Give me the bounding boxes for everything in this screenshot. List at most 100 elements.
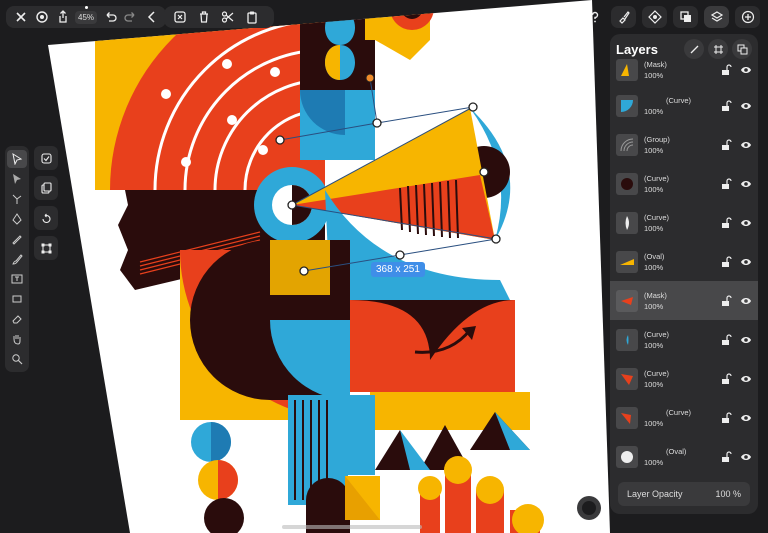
pen-tool-icon[interactable] bbox=[7, 210, 27, 228]
layer-name: (Curve) bbox=[644, 329, 670, 339]
share-icon[interactable] bbox=[52, 6, 73, 28]
help-icon[interactable] bbox=[585, 6, 605, 28]
unlock-icon[interactable] bbox=[720, 177, 732, 190]
layer-name: (Curve) bbox=[666, 95, 692, 105]
scissors-icon[interactable] bbox=[216, 6, 240, 28]
zoom-indicator[interactable]: 45% bbox=[75, 5, 98, 24]
layer-row[interactable]: (Oval) 100% bbox=[610, 437, 758, 472]
text-tool-icon[interactable] bbox=[7, 270, 27, 288]
layer-row[interactable]: (Oval) 100% bbox=[610, 242, 758, 281]
rotate-icon[interactable] bbox=[34, 206, 58, 230]
undo-icon[interactable] bbox=[99, 6, 120, 28]
home-indicator bbox=[282, 525, 422, 529]
settings-icon[interactable] bbox=[31, 6, 52, 28]
layer-row[interactable]: (Curve) 100% bbox=[610, 359, 758, 398]
eye-icon[interactable] bbox=[740, 178, 752, 190]
layers-title: Layers bbox=[616, 41, 658, 57]
layer-name: (Group) bbox=[644, 134, 670, 144]
layer-opacity: 100% bbox=[644, 418, 664, 428]
pointer-tool-icon[interactable] bbox=[7, 150, 27, 168]
layer-row[interactable]: (Curve) 100% bbox=[610, 320, 758, 359]
corner-tool-icon[interactable] bbox=[7, 190, 27, 208]
node-tool-icon[interactable] bbox=[7, 170, 27, 188]
trash-icon[interactable] bbox=[192, 6, 216, 28]
add-icon[interactable] bbox=[735, 6, 760, 28]
record-button[interactable] bbox=[577, 496, 601, 520]
unlock-icon[interactable] bbox=[720, 216, 732, 229]
eye-icon[interactable] bbox=[740, 139, 752, 151]
eye-icon[interactable] bbox=[740, 217, 752, 229]
unlock-icon[interactable] bbox=[720, 450, 732, 463]
eye-icon[interactable] bbox=[740, 64, 752, 76]
layer-row[interactable]: (Curve) 100% bbox=[610, 86, 758, 125]
layer-thumbnail bbox=[616, 367, 638, 390]
layer-thumbnail bbox=[616, 445, 638, 468]
unlock-icon[interactable] bbox=[720, 294, 732, 307]
layer-opacity: 100% bbox=[644, 184, 664, 194]
eye-icon[interactable] bbox=[740, 373, 752, 385]
eye-icon[interactable] bbox=[740, 295, 752, 307]
layer-name: (Oval) bbox=[644, 251, 665, 261]
pencil-tool-icon[interactable] bbox=[7, 230, 27, 248]
selection-toolbar bbox=[164, 6, 274, 28]
eye-icon[interactable] bbox=[740, 256, 752, 268]
transform-icon[interactable] bbox=[34, 236, 58, 260]
deselect-icon[interactable] bbox=[168, 6, 192, 28]
layer-thumbnail bbox=[616, 59, 638, 81]
layer-name: (Oval) bbox=[666, 446, 687, 456]
layer-thumbnail bbox=[616, 94, 638, 117]
select-all-icon[interactable] bbox=[34, 146, 58, 170]
layer-row[interactable]: (Group) 100% bbox=[610, 125, 758, 164]
unlock-icon[interactable] bbox=[720, 64, 732, 76]
tools-palette bbox=[5, 146, 29, 372]
layer-row[interactable]: (Curve) 100% bbox=[610, 164, 758, 203]
layer-row[interactable]: (Mask) 100% bbox=[610, 58, 758, 86]
unlock-icon[interactable] bbox=[720, 138, 732, 151]
artboard-icon[interactable] bbox=[708, 39, 728, 59]
brush-tool-icon[interactable] bbox=[7, 250, 27, 268]
shape-tool-icon[interactable] bbox=[7, 290, 27, 308]
rotation-handle[interactable] bbox=[365, 73, 375, 83]
unlock-icon[interactable] bbox=[720, 255, 732, 268]
eye-icon[interactable] bbox=[740, 451, 752, 463]
add-layer-icon[interactable] bbox=[732, 39, 752, 59]
close-icon[interactable] bbox=[10, 6, 31, 28]
zoom-value: 45% bbox=[78, 12, 95, 22]
layer-name: (Curve) bbox=[644, 368, 670, 378]
style-icon[interactable] bbox=[642, 6, 667, 28]
layer-row-selected[interactable]: (Mask) 100% bbox=[610, 281, 758, 320]
layer-name: (Mask) bbox=[644, 60, 667, 69]
unlock-icon[interactable] bbox=[720, 372, 732, 385]
layer-thumbnail bbox=[616, 406, 638, 429]
unlock-icon[interactable] bbox=[720, 333, 732, 346]
zoom-tool-icon[interactable] bbox=[7, 350, 27, 368]
unlock-icon[interactable] bbox=[720, 99, 732, 112]
layers-panel: Layers (Mask) 100% (Curve) 100% (Group) 100… bbox=[610, 34, 758, 514]
eraser-tool-icon[interactable] bbox=[7, 310, 27, 328]
edit-icon[interactable] bbox=[684, 39, 704, 59]
boolean-icon[interactable] bbox=[673, 6, 698, 28]
layers-icon[interactable] bbox=[704, 6, 729, 28]
layer-name: (Curve) bbox=[666, 407, 692, 417]
layer-opacity: 100% bbox=[644, 223, 664, 233]
clipboard-icon[interactable] bbox=[240, 6, 264, 28]
duplicate-icon[interactable] bbox=[34, 176, 58, 200]
eye-icon[interactable] bbox=[740, 100, 752, 112]
layer-thumbnail bbox=[616, 133, 638, 156]
layer-row[interactable]: (Curve) 100% bbox=[610, 398, 758, 437]
unlock-icon[interactable] bbox=[720, 411, 732, 424]
top-right-toolbar bbox=[585, 6, 760, 28]
eye-icon[interactable] bbox=[740, 334, 752, 346]
main-toolbar: 45% bbox=[6, 5, 166, 28]
brush-icon[interactable] bbox=[611, 6, 636, 28]
redo-icon[interactable] bbox=[120, 6, 141, 28]
layer-opacity-control[interactable]: Layer Opacity 100 % bbox=[618, 482, 750, 506]
layer-row[interactable]: (Curve) 100% bbox=[610, 203, 758, 242]
layer-opacity: 100% bbox=[644, 106, 664, 116]
hand-tool-icon[interactable] bbox=[7, 330, 27, 348]
chevron-left-icon[interactable] bbox=[141, 6, 162, 28]
layer-thumbnail bbox=[616, 250, 638, 273]
secondary-tools bbox=[34, 146, 58, 260]
layer-opacity: 100% bbox=[644, 340, 664, 350]
eye-icon[interactable] bbox=[740, 412, 752, 424]
